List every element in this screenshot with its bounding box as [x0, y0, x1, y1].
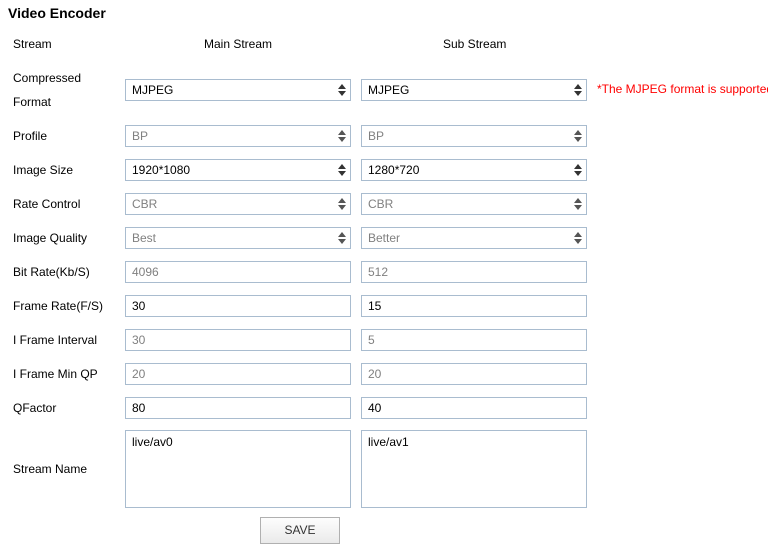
select-arrows-icon — [338, 129, 346, 143]
main-i-frame-interval-input[interactable]: 30 — [125, 329, 351, 351]
rate-control-label: Rate Control — [13, 197, 81, 211]
main-i-frame-min-qp-input[interactable]: 20 — [125, 363, 351, 385]
main-image-quality-select[interactable]: Best — [125, 227, 351, 249]
select-arrows-icon — [338, 231, 346, 245]
main-rate-control-value: CBR — [132, 197, 158, 211]
select-arrows-icon — [338, 197, 346, 211]
select-arrows-icon — [574, 83, 582, 97]
main-stream-header: Main Stream — [204, 37, 273, 51]
image-quality-label: Image Quality — [13, 231, 88, 245]
profile-label: Profile — [13, 129, 48, 143]
stream-column-header: Stream — [13, 37, 52, 51]
main-image-quality-value: Best — [132, 231, 157, 245]
main-compressed-format-value: MJPEG — [132, 83, 174, 97]
sub-image-size-value: 1280*720 — [368, 163, 420, 177]
select-arrows-icon — [574, 231, 582, 245]
sub-qfactor-input[interactable]: 40 — [361, 397, 587, 419]
select-arrows-icon — [574, 163, 582, 177]
sub-frame-rate-input[interactable]: 15 — [361, 295, 587, 317]
main-profile-value: BP — [132, 129, 149, 143]
page-title: Video Encoder — [8, 5, 106, 21]
compressed-format-label-line2: Format — [13, 95, 52, 109]
main-frame-rate-input[interactable]: 30 — [125, 295, 351, 317]
main-profile-select[interactable]: BP — [125, 125, 351, 147]
qfactor-label: QFactor — [13, 401, 57, 415]
select-arrows-icon — [574, 129, 582, 143]
mjpeg-support-note: *The MJPEG format is supported — [597, 82, 768, 96]
bit-rate-label: Bit Rate(Kb/S) — [13, 265, 90, 279]
main-stream-name-textarea[interactable]: live/av0 — [125, 430, 351, 508]
sub-i-frame-min-qp-input[interactable]: 20 — [361, 363, 587, 385]
sub-rate-control-select[interactable]: CBR — [361, 193, 587, 215]
sub-stream-name-textarea[interactable]: live/av1 — [361, 430, 587, 508]
main-image-size-select[interactable]: 1920*1080 — [125, 159, 351, 181]
sub-i-frame-interval-input[interactable]: 5 — [361, 329, 587, 351]
save-button[interactable]: SAVE — [260, 517, 340, 544]
select-arrows-icon — [574, 197, 582, 211]
stream-name-label: Stream Name — [13, 462, 88, 476]
sub-profile-value: BP — [368, 129, 385, 143]
sub-compressed-format-value: MJPEG — [368, 83, 410, 97]
i-frame-interval-label: I Frame Interval — [13, 333, 98, 347]
select-arrows-icon — [338, 83, 346, 97]
main-compressed-format-select[interactable]: MJPEG — [125, 79, 351, 101]
sub-image-size-select[interactable]: 1280*720 — [361, 159, 587, 181]
frame-rate-label: Frame Rate(F/S) — [13, 299, 104, 313]
sub-image-quality-select[interactable]: Better — [361, 227, 587, 249]
sub-stream-header: Sub Stream — [443, 37, 507, 51]
sub-image-quality-value: Better — [368, 231, 401, 245]
compressed-format-label-line1: Compressed — [13, 71, 82, 85]
main-rate-control-select[interactable]: CBR — [125, 193, 351, 215]
image-size-label: Image Size — [13, 163, 74, 177]
main-qfactor-input[interactable]: 80 — [125, 397, 351, 419]
sub-compressed-format-select[interactable]: MJPEG — [361, 79, 587, 101]
sub-profile-select[interactable]: BP — [361, 125, 587, 147]
main-image-size-value: 1920*1080 — [132, 163, 191, 177]
sub-bit-rate-input[interactable]: 512 — [361, 261, 587, 283]
select-arrows-icon — [338, 163, 346, 177]
main-bit-rate-input[interactable]: 4096 — [125, 261, 351, 283]
sub-rate-control-value: CBR — [368, 197, 394, 211]
i-frame-min-qp-label: I Frame Min QP — [13, 367, 98, 381]
